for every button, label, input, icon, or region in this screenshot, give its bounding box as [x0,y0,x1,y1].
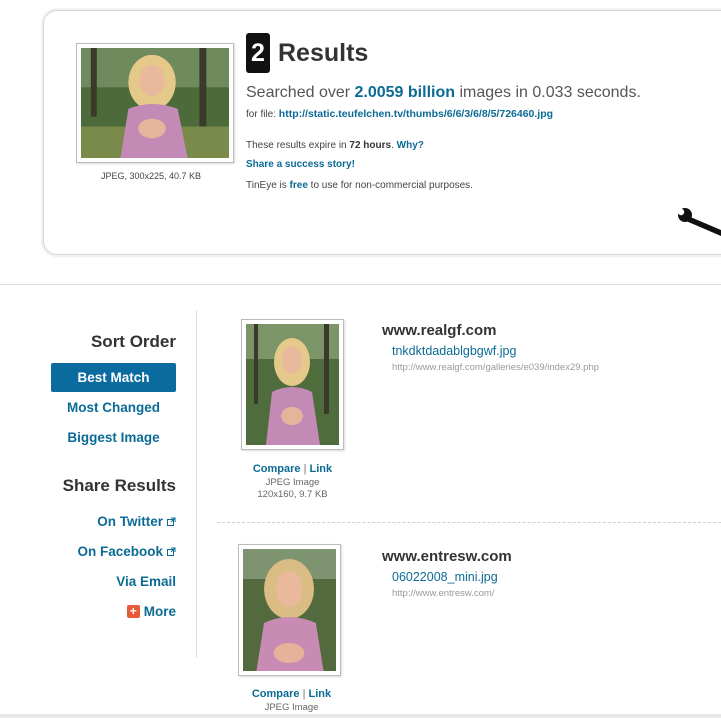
searched-suffix: images in 0.033 seconds. [455,84,641,101]
sort-biggest-image-button[interactable]: Biggest Image [51,423,176,452]
query-image-meta: JPEG, 300x225, 40.7 KB [100,171,202,181]
action-separator: | [302,688,306,700]
share-facebook-link[interactable]: On Facebook [77,544,176,559]
match-source-url: http://www.realgf.com/galleries/e039/ind… [392,362,600,373]
share-facebook-label: On Facebook [77,544,163,559]
free-suffix: to use for non-commercial purposes. [307,180,473,191]
sort-most-changed-button[interactable]: Most Changed [51,393,176,422]
compare-link[interactable]: Compare [252,688,300,700]
match-image-info: JPEG Image [240,702,343,714]
searched-count: 2.0059 billion [354,84,455,101]
expire-prefix: These results expire in [246,140,350,151]
results-title: 2 Results [246,33,368,73]
match-photo [246,324,339,445]
free-notice: TinEye is free to use for non-commercial… [246,180,473,191]
free-link[interactable]: free [290,180,308,191]
match-domain: www.entresw.com [382,548,512,565]
share-email-link[interactable]: Via Email [116,574,176,589]
share-more-link[interactable]: + More [126,604,176,619]
compare-link[interactable]: Compare [253,463,301,475]
external-link-icon [167,517,176,526]
share-twitter-link[interactable]: On Twitter [97,514,176,529]
expire-hours: 72 hours [349,140,392,151]
action-separator: | [303,463,307,475]
searched-prefix: Searched over [246,84,355,101]
bottom-border [0,714,721,718]
page-divider [0,284,721,285]
result-divider [217,522,721,523]
share-results-heading: Share Results [62,476,176,495]
sort-best-match-button[interactable]: Best Match [51,363,176,392]
plus-icon: + [126,605,140,618]
free-prefix: TinEye is [246,180,290,191]
sidebar-divider [196,310,197,658]
query-file-link[interactable]: http://static.teufelchen.tv/thumbs/6/6/3… [279,108,553,120]
match-image-size: 120x160, 9.7 KB [257,489,328,500]
share-success-story-link[interactable]: Share a success story! [246,159,355,170]
why-link[interactable]: Why? [397,140,424,151]
image-link[interactable]: Link [310,463,333,475]
query-photo [81,48,229,158]
match-domain: www.realgf.com [382,322,497,339]
match-image-type: JPEG Image [265,477,320,488]
match-filename-link[interactable]: tnkdktdadablgbgwf.jpg [392,344,516,358]
match-thumbnail[interactable] [238,544,341,676]
share-twitter-label: On Twitter [97,514,163,529]
wrench-icon [677,208,721,236]
match-image-type: JPEG Image [264,702,319,713]
external-link-icon [167,547,176,556]
match-filename-link[interactable]: 06022008_mini.jpg [392,570,498,584]
result-count-badge: 2 [246,33,270,73]
sort-order-heading: Sort Order [90,332,176,351]
match-image-info: JPEG Image 120x160, 9.7 KB [241,477,344,501]
for-file-line: for file: http://static.teufelchen.tv/th… [246,108,553,120]
match-thumbnail[interactable] [241,319,344,450]
match-actions: Compare | Link [241,463,344,475]
share-more-label: More [143,604,176,619]
query-image-thumbnail [76,43,234,163]
searched-stats: Searched over 2.0059 billion images in 0… [246,84,641,102]
results-label: Results [278,38,369,67]
image-link[interactable]: Link [309,688,332,700]
expire-notice: These results expire in 72 hours. Why? [246,140,424,151]
match-source-url: http://www.entresw.com/ [392,588,495,599]
match-actions: Compare | Link [240,688,343,700]
for-file-label: for file: [246,109,279,120]
match-photo [243,549,336,671]
